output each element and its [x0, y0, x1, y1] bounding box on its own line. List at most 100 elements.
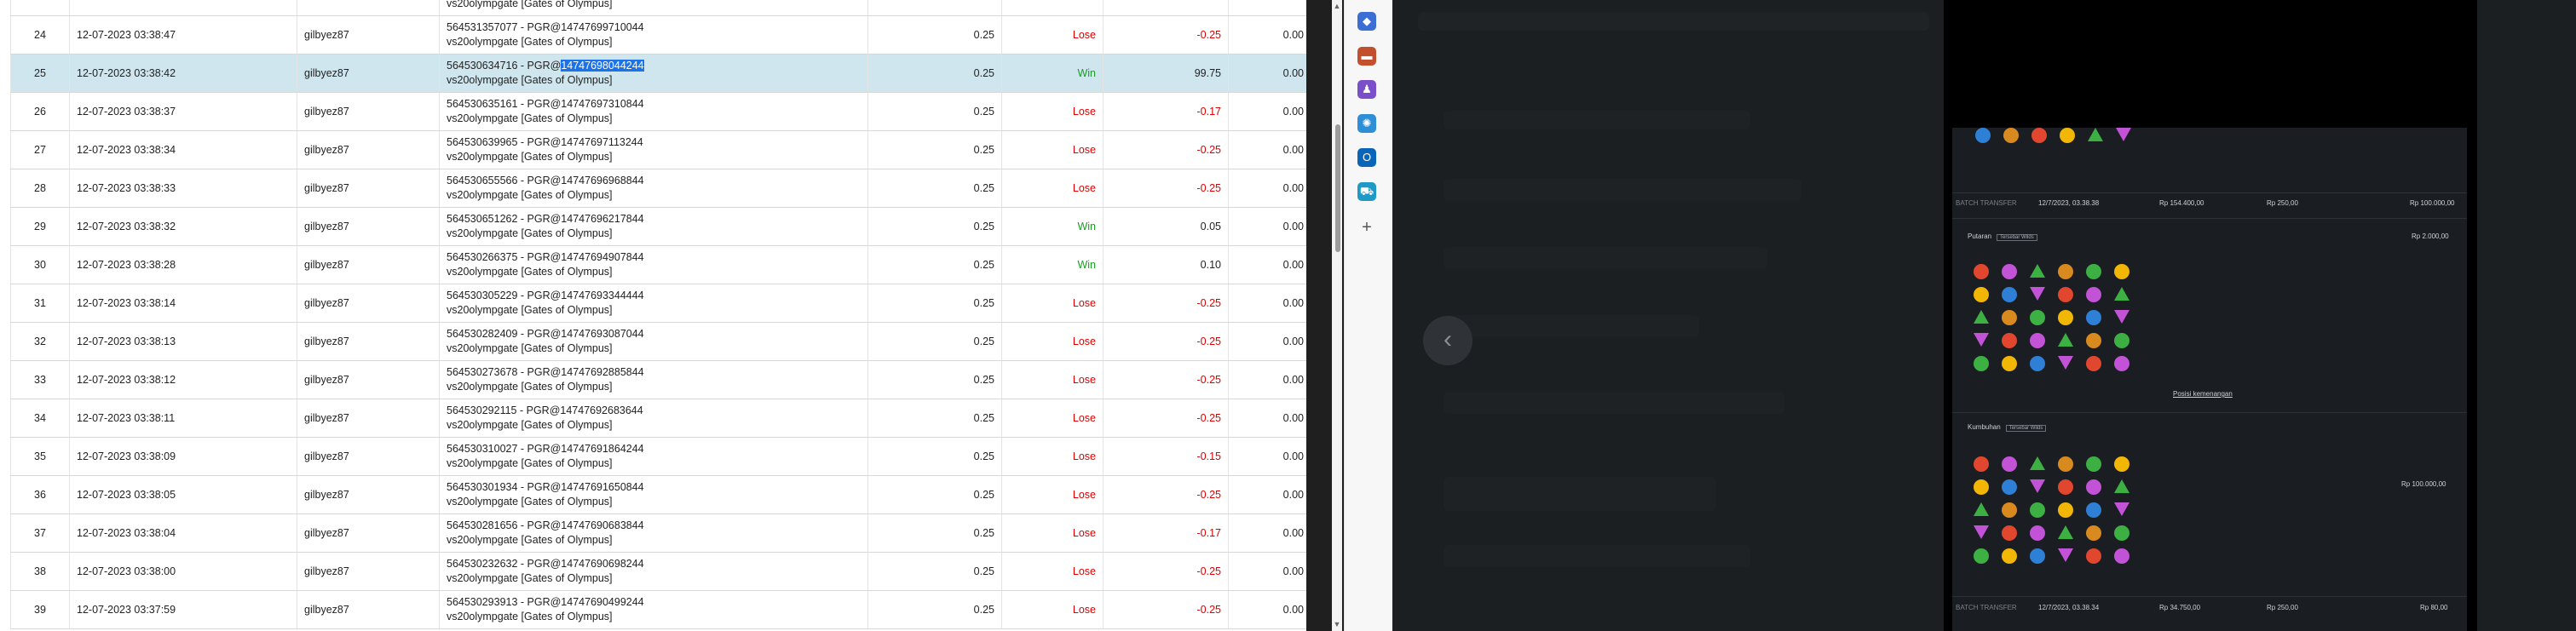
row-detail[interactable]: 564530634716 - PGR@14747698044244 vs20oly… [439, 54, 868, 93]
row-bet: 0.25 [867, 169, 1002, 208]
row-detail[interactable]: 564530232632 - PGR@14747690698244 vs20oly… [439, 552, 868, 591]
gem-symbol [2088, 128, 2103, 141]
copilot-icon[interactable]: ✺ [1357, 114, 1376, 133]
gem-symbol [2086, 525, 2101, 541]
row-bet: 0.25 [867, 475, 1002, 514]
table-row[interactable]: 29 12-07-2023 03:38:32 gilbyez87 5645306512… [10, 207, 1306, 246]
gem-symbol [2030, 356, 2045, 371]
row-jackpot: 0.00 [1228, 513, 1306, 553]
table-row-partial[interactable]: vs20olympgate [Gates of Olympus] [10, 0, 1306, 16]
row-detail[interactable]: 564530651262 - PGR@14747696217844 vs20oly… [439, 207, 868, 246]
row-result: Lose [1001, 590, 1104, 629]
winning-positions-link[interactable]: Posisi kemenangan [2173, 390, 2233, 398]
table-row[interactable]: 37 12-07-2023 03:38:04 gilbyez87 5645302816… [10, 513, 1306, 553]
gem-symbol [2114, 310, 2129, 324]
history-win-2: Rp 80,00 [2420, 604, 2448, 611]
table-row[interactable]: 33 12-07-2023 03:38:12 gilbyez87 5645302736… [10, 360, 1306, 399]
gem-symbol [2086, 502, 2101, 518]
row-result: Lose [1001, 169, 1104, 208]
table-row[interactable]: 31 12-07-2023 03:38:14 gilbyez87 5645303052… [10, 284, 1306, 323]
row-result: Win [1001, 245, 1104, 284]
section-2-title: Kumbuhan Tersebar Wilds [1968, 423, 2047, 432]
table-row[interactable]: 39 12-07-2023 03:37:59 gilbyez87 5645302939… [10, 590, 1306, 629]
shopping-icon[interactable]: ⛟ [1357, 182, 1376, 201]
row-result: Lose [1001, 15, 1104, 54]
scroll-up-arrow-icon[interactable]: ▲ [1333, 2, 1341, 10]
row-detail[interactable]: 564530305229 - PGR@14747693344444 vs20oly… [439, 284, 868, 323]
gem-symbol [1974, 287, 1989, 302]
history-win-1: Rp 100.000,00 [2410, 199, 2455, 207]
gem-symbol [2030, 333, 2045, 348]
table-scrollbar-track[interactable] [1332, 0, 1342, 631]
gem-symbol [2114, 548, 2129, 564]
table-row[interactable]: 32 12-07-2023 03:38:13 gilbyez87 5645302824… [10, 322, 1306, 361]
row-detail[interactable]: 564530281656 - PGR@14747690683844 vs20oly… [439, 513, 868, 553]
row-date: 12-07-2023 03:38:14 [69, 284, 297, 323]
row-result: Win [1001, 207, 1104, 246]
row-detail[interactable]: 564530293913 - PGR@14747690499244 vs20oly… [439, 590, 868, 629]
table-scrollbar-thumb[interactable] [1335, 124, 1340, 252]
previous-image-button[interactable]: ‹ [1423, 316, 1472, 365]
table-row[interactable]: 35 12-07-2023 03:38:09 gilbyez87 5645303100… [10, 437, 1306, 476]
table-row[interactable]: 27 12-07-2023 03:38:34 gilbyez87 5645306399… [10, 130, 1306, 169]
row-username: gilbyez87 [297, 169, 440, 208]
row-bet: 0.25 [867, 245, 1002, 284]
table-row[interactable]: 34 12-07-2023 03:38:11 gilbyez87 5645302921… [10, 399, 1306, 438]
gem-symbol [2058, 502, 2073, 518]
row-username: gilbyez87 [297, 130, 440, 169]
row-username: gilbyez87 [297, 360, 440, 399]
scroll-down-arrow-icon[interactable]: ▼ [1333, 620, 1341, 628]
gem-symbol [2086, 310, 2101, 325]
gem-symbol [2086, 333, 2101, 348]
row-detail[interactable]: 564530273678 - PGR@14747692885844 vs20oly… [439, 360, 868, 399]
outlook-icon[interactable]: O [1357, 148, 1376, 167]
gem-symbol [2002, 456, 2017, 472]
row-result: Win [1001, 54, 1104, 93]
row-date: 12-07-2023 03:38:33 [69, 169, 297, 208]
row-result: Lose [1001, 92, 1104, 131]
gem-symbol [1974, 479, 1989, 495]
add-icon[interactable]: + [1357, 218, 1376, 237]
bet-history-table: vs20olympgate [Gates of Olympus] 24 12-07… [10, 0, 1306, 629]
gem-symbol [2030, 264, 2045, 278]
row-number: 27 [10, 130, 70, 169]
row-winloss: -0.17 [1103, 92, 1229, 131]
row-jackpot: 0.00 [1228, 169, 1306, 208]
gem-symbol [1974, 333, 1989, 347]
puzzle-icon[interactable]: ♟ [1357, 80, 1376, 99]
row-detail[interactable]: 564530655566 - PGR@14747696968844 vs20oly… [439, 169, 868, 208]
row-number: 32 [10, 322, 70, 361]
row-username: gilbyez87 [297, 552, 440, 591]
table-row[interactable]: 36 12-07-2023 03:38:05 gilbyez87 5645303019… [10, 475, 1306, 514]
table-row[interactable]: 30 12-07-2023 03:38:28 gilbyez87 5645302663… [10, 245, 1306, 284]
row-result: Lose [1001, 130, 1104, 169]
table-row[interactable]: 24 12-07-2023 03:38:47 gilbyez87 5645313570… [10, 15, 1306, 54]
row-winloss: -0.25 [1103, 360, 1229, 399]
row-result: Lose [1001, 360, 1104, 399]
briefcase-icon[interactable]: ▬ [1357, 47, 1376, 66]
row-detail[interactable]: 564530639965 - PGR@14747697113244 vs20oly… [439, 130, 868, 169]
table-row[interactable]: 28 12-07-2023 03:38:33 gilbyez87 5645306555… [10, 169, 1306, 208]
row-jackpot: 0.00 [1228, 130, 1306, 169]
gem-symbol [2002, 502, 2017, 518]
row-detail[interactable]: 564530266375 - PGR@14747694907844 vs20oly… [439, 245, 868, 284]
row-detail[interactable]: 564531357077 - PGR@14747699710044 vs20oly… [439, 15, 868, 54]
row-detail[interactable]: 564530635161 - PGR@14747697310844 vs20oly… [439, 92, 868, 131]
gem-symbol [1974, 264, 1989, 279]
row-winloss: -0.17 [1103, 513, 1229, 553]
gem-symbol [2003, 128, 2019, 143]
bet-history-table-pane: vs20olympgate [Gates of Olympus] 24 12-07… [0, 0, 1306, 631]
row-detail[interactable]: 564530282409 - PGR@14747693087044 vs20oly… [439, 322, 868, 361]
row-username: gilbyez87 [297, 475, 440, 514]
table-row[interactable]: 26 12-07-2023 03:38:37 gilbyez87 5645306351… [10, 92, 1306, 131]
row-bet: 0.25 [867, 322, 1002, 361]
tag-icon[interactable]: ◆ [1357, 12, 1376, 31]
row-detail[interactable]: 564530301934 - PGR@14747691650844 vs20oly… [439, 475, 868, 514]
row-date: 12-07-2023 03:38:13 [69, 322, 297, 361]
gem-symbol [2086, 456, 2101, 472]
row-detail[interactable]: 564530310027 - PGR@14747691864244 vs20oly… [439, 437, 868, 476]
table-row[interactable]: 38 12-07-2023 03:38:00 gilbyez87 5645302326… [10, 552, 1306, 591]
row-detail[interactable]: 564530292115 - PGR@14747692683644 vs20oly… [439, 399, 868, 438]
gem-symbol [1974, 310, 1989, 324]
table-row[interactable]: 25 12-07-2023 03:38:42 gilbyez87 5645306347… [10, 54, 1306, 93]
